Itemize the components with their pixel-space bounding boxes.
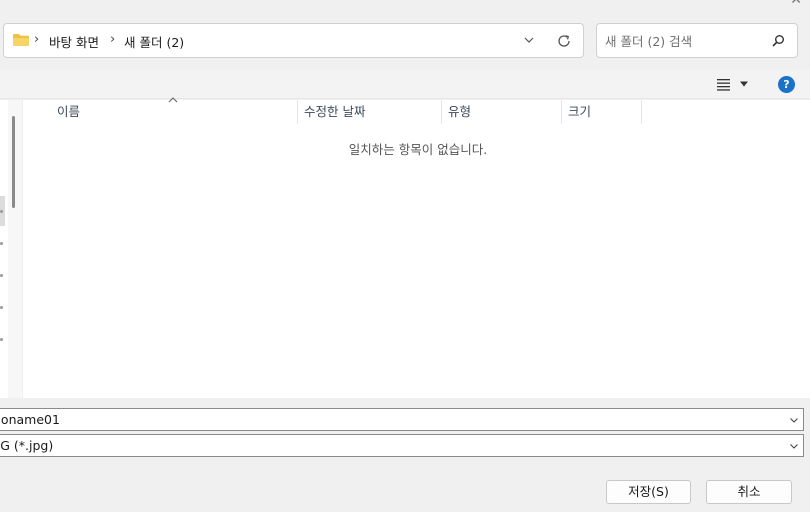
command-bar: ? [0, 70, 810, 99]
nav-scrollbar-thumb[interactable] [12, 116, 15, 208]
empty-list-message: 일치하는 항목이 없습니다. [348, 142, 488, 157]
sort-ascending-icon [168, 97, 178, 103]
nav-scrollbar-track[interactable] [8, 100, 22, 398]
file-list[interactable]: 이름 수정한 날짜 유형 크기 일치하는 항목이 없습니다. [23, 97, 810, 398]
column-divider[interactable] [441, 100, 442, 124]
help-icon[interactable]: ? [778, 76, 795, 93]
refresh-icon[interactable] [556, 33, 572, 49]
filename-value[interactable]: noname01 [0, 412, 60, 427]
column-header-type[interactable]: 유형 [448, 100, 471, 124]
column-divider[interactable] [561, 100, 562, 124]
chevron-down-icon[interactable] [522, 33, 536, 47]
nav-expand-icon[interactable] [0, 306, 3, 309]
cancel-button[interactable]: 취소 [706, 480, 792, 504]
filetype-value[interactable]: JPG (*.jpg) [0, 438, 53, 453]
caret-down-icon[interactable] [739, 80, 749, 88]
filetype-combobox[interactable]: JPG (*.jpg) [0, 434, 804, 457]
search-box[interactable] [596, 23, 798, 58]
navigation-pane[interactable] [0, 100, 22, 398]
folder-icon [13, 34, 29, 46]
chevron-down-icon[interactable] [789, 441, 799, 451]
nav-expand-icon[interactable] [0, 338, 3, 341]
column-header-size[interactable]: 크기 [568, 100, 591, 124]
close-icon[interactable]: ✕ [790, 0, 802, 7]
breadcrumb-item-desktop[interactable]: 바탕 화면 [49, 32, 99, 51]
save-button[interactable]: 저장(S) [606, 480, 691, 504]
view-list-icon[interactable] [716, 77, 732, 91]
search-icon[interactable] [770, 33, 786, 49]
breadcrumb-chevron-icon[interactable]: › [34, 32, 39, 47]
address-bar[interactable]: › 바탕 화면 › 새 폴더 (2) [3, 23, 584, 58]
window-top-strip [0, 0, 810, 14]
breadcrumb-chevron-icon[interactable]: › [110, 32, 115, 47]
filename-combobox[interactable]: noname01 [0, 408, 804, 431]
chevron-down-icon[interactable] [789, 415, 799, 425]
breadcrumb-item-current[interactable]: 새 폴더 (2) [124, 32, 184, 51]
nav-expand-icon[interactable] [0, 274, 3, 277]
nav-expand-icon[interactable] [0, 242, 3, 245]
column-header-date-modified[interactable]: 수정한 날짜 [304, 100, 365, 124]
search-input[interactable] [605, 30, 765, 52]
nav-expand-icon[interactable] [0, 210, 3, 213]
column-header-name[interactable]: 이름 [57, 100, 80, 124]
column-divider[interactable] [641, 100, 642, 124]
column-divider[interactable] [297, 100, 298, 124]
